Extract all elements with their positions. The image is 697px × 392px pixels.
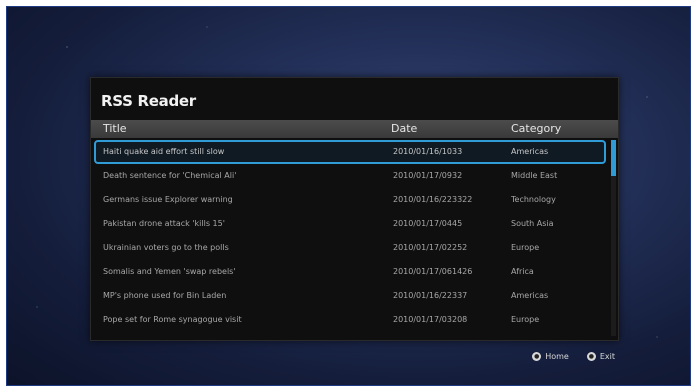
table-row[interactable]: Pope set for Rome synagogue visit 2010/0…: [91, 308, 608, 332]
row-category: South Asia: [511, 219, 554, 228]
row-title: Pakistan drone attack 'kills 15': [103, 219, 225, 228]
page-title: RSS Reader: [101, 92, 196, 110]
row-title: Germans issue Explorer warning: [103, 195, 233, 204]
row-date: 2010/01/17/0445: [393, 219, 463, 228]
table-header: Title Date Category: [91, 120, 618, 138]
home-label: Home: [545, 352, 569, 361]
remote-hint-bar: ● Home ● Exit: [532, 352, 615, 361]
table-row[interactable]: Ukrainian voters go to the polls 2010/01…: [91, 236, 608, 260]
row-date: 2010/01/17/061426: [393, 267, 473, 276]
table-row[interactable]: Pakistan drone attack 'kills 15' 2010/01…: [91, 212, 608, 236]
row-title: Pope set for Rome synagogue visit: [103, 315, 242, 324]
home-button-icon: ●: [532, 352, 542, 361]
table-row[interactable]: Germans issue Explorer warning 2010/01/1…: [91, 188, 608, 212]
column-header-date: Date: [391, 122, 418, 135]
row-date: 2010/01/17/03208: [393, 315, 468, 324]
rss-reader-panel: RSS Reader Title Date Category Haiti qua…: [90, 77, 619, 341]
table-row[interactable]: Haiti quake aid effort still slow 2010/0…: [94, 140, 606, 164]
row-title: Death sentence for 'Chemical Ali': [103, 171, 237, 180]
row-category: Africa: [511, 267, 534, 276]
column-header-category: Category: [511, 122, 562, 135]
exit-button-icon: ●: [586, 352, 596, 361]
row-date: 2010/01/17/02252: [393, 243, 468, 252]
row-category: Middle East: [511, 171, 558, 180]
row-title: Haiti quake aid effort still slow: [103, 147, 225, 156]
row-title: MP's phone used for Bin Laden: [103, 291, 227, 300]
row-category: Americas: [511, 291, 549, 300]
exit-button[interactable]: ● Exit: [586, 352, 615, 361]
list-scrollbar[interactable]: [611, 140, 616, 336]
table-row[interactable]: MP's phone used for Bin Laden 2010/01/16…: [91, 284, 608, 308]
tv-screen: RSS Reader Title Date Category Haiti qua…: [6, 6, 691, 386]
row-category: Europe: [511, 243, 540, 252]
row-category: Technology: [511, 195, 556, 204]
feed-list: Haiti quake aid effort still slow 2010/0…: [91, 140, 608, 340]
row-date: 2010/01/16/22337: [393, 291, 468, 300]
scrollbar-thumb[interactable]: [611, 140, 616, 176]
row-category: Europe: [511, 315, 540, 324]
exit-label: Exit: [599, 352, 615, 361]
table-row[interactable]: Death sentence for 'Chemical Ali' 2010/0…: [91, 164, 608, 188]
home-button[interactable]: ● Home: [532, 352, 569, 361]
column-header-title: Title: [103, 122, 127, 135]
row-date: 2010/01/16/1033: [393, 147, 463, 156]
row-title: Somalis and Yemen 'swap rebels': [103, 267, 236, 276]
table-row[interactable]: Somalis and Yemen 'swap rebels' 2010/01/…: [91, 260, 608, 284]
row-category: Americas: [511, 147, 549, 156]
row-date: 2010/01/17/0932: [393, 171, 463, 180]
row-title: Ukrainian voters go to the polls: [103, 243, 229, 252]
row-date: 2010/01/16/223322: [393, 195, 473, 204]
